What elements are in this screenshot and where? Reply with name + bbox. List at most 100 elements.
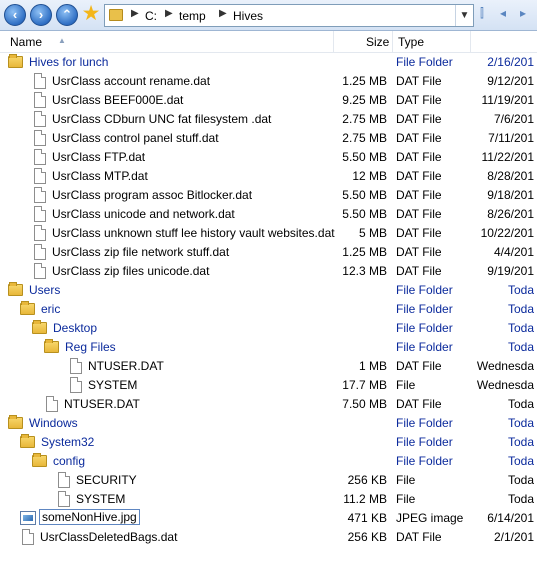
item-date: Toda bbox=[507, 397, 534, 411]
item-name[interactable]: UsrClass program assoc Bitlocker.dat bbox=[52, 188, 252, 202]
item-name[interactable]: UsrClass BEEF000E.dat bbox=[52, 93, 183, 107]
table-row[interactable]: SYSTEM 11.2 MB File Toda bbox=[0, 490, 537, 509]
item-name[interactable]: SYSTEM bbox=[76, 492, 125, 506]
item-date: Toda bbox=[507, 473, 534, 487]
item-name[interactable]: UsrClass zip files unicode.dat bbox=[52, 264, 209, 278]
table-row[interactable]: UsrClass CDburn UNC fat filesystem .dat 2… bbox=[0, 110, 537, 129]
item-date: 11/19/201 bbox=[481, 93, 535, 107]
table-row[interactable]: someNonHive.jpg 471 KB JPEG image 6/14/201 bbox=[0, 509, 537, 528]
item-name[interactable]: Windows bbox=[29, 416, 78, 430]
table-row[interactable]: Windows File Folder Toda bbox=[0, 414, 537, 433]
item-name[interactable]: System32 bbox=[41, 435, 94, 449]
star-icon[interactable]: ★ bbox=[80, 3, 102, 25]
folder-icon bbox=[32, 453, 47, 467]
table-row[interactable]: UsrClass program assoc Bitlocker.dat 5.50… bbox=[0, 186, 537, 205]
item-name[interactable]: UsrClass FTP.dat bbox=[52, 150, 145, 164]
item-type: DAT File bbox=[396, 245, 442, 259]
item-type: JPEG image bbox=[396, 511, 464, 525]
column-divider[interactable] bbox=[470, 31, 471, 53]
table-row[interactable]: UsrClassDeletedBags.dat 256 KB DAT File 2/1… bbox=[0, 528, 537, 547]
item-name[interactable]: someNonHive.jpg bbox=[39, 509, 140, 525]
table-row[interactable]: SYSTEM 17.7 MB File Wednesda bbox=[0, 376, 537, 395]
item-date: Toda bbox=[507, 435, 534, 449]
navigation-bar: ‹ › ⌃ ★ ▶ C: ▶ temp ▶ Hives ▼ ⫿ ◂ ▸ bbox=[0, 0, 537, 31]
column-type-header[interactable]: Type bbox=[398, 35, 424, 49]
column-header: Name ▲ Size Type bbox=[0, 31, 537, 53]
table-row[interactable]: UsrClass unicode and network.dat 5.50 MB D… bbox=[0, 205, 537, 224]
item-type: DAT File bbox=[396, 188, 442, 202]
item-type: DAT File bbox=[396, 150, 442, 164]
table-row[interactable]: UsrClass MTP.dat 12 MB DAT File 8/28/201 bbox=[0, 167, 537, 186]
table-row[interactable]: NTUSER.DAT 1 MB DAT File Wednesda bbox=[0, 357, 537, 376]
item-date: 10/22/201 bbox=[480, 226, 534, 240]
table-row[interactable]: UsrClass zip files unicode.dat 12.3 MB DAT… bbox=[0, 262, 537, 281]
table-row[interactable]: config File Folder Toda bbox=[0, 452, 537, 471]
item-date: 8/26/201 bbox=[487, 207, 534, 221]
item-name[interactable]: Reg Files bbox=[65, 340, 116, 354]
table-row[interactable]: UsrClass FTP.dat 5.50 MB DAT File 11/22/201 bbox=[0, 148, 537, 167]
item-name[interactable]: UsrClass zip file network stuff.dat bbox=[52, 245, 229, 259]
address-bar[interactable]: ▶ C: ▶ temp ▶ Hives ▼ bbox=[104, 4, 474, 27]
item-name[interactable]: config bbox=[53, 454, 85, 468]
column-size-header[interactable]: Size bbox=[366, 35, 389, 49]
table-row[interactable]: Reg Files File Folder Toda bbox=[0, 338, 537, 357]
column-divider[interactable] bbox=[392, 31, 393, 53]
forward-arrow-icon[interactable]: › bbox=[30, 4, 52, 26]
item-name[interactable]: Desktop bbox=[53, 321, 97, 335]
folder-icon bbox=[44, 339, 59, 353]
up-arrow-icon[interactable]: ⌃ bbox=[56, 4, 78, 26]
table-row[interactable]: NTUSER.DAT 7.50 MB DAT File Toda bbox=[0, 395, 537, 414]
column-name-header[interactable]: Name bbox=[10, 35, 42, 49]
chevron-right-icon[interactable]: ▶ bbox=[131, 8, 139, 19]
item-name[interactable]: UsrClassDeletedBags.dat bbox=[40, 530, 177, 544]
item-name[interactable]: Hives for lunch bbox=[29, 55, 108, 69]
item-name[interactable]: UsrClass unknown stuff lee history vault… bbox=[52, 226, 335, 240]
table-row[interactable]: Hives for lunch File Folder 2/16/201 bbox=[0, 53, 537, 72]
breadcrumb-segment[interactable]: temp bbox=[179, 9, 206, 23]
item-name[interactable]: NTUSER.DAT bbox=[88, 359, 164, 373]
item-size: 1.25 MB bbox=[342, 74, 387, 88]
table-row[interactable]: Users File Folder Toda bbox=[0, 281, 537, 300]
item-name[interactable]: NTUSER.DAT bbox=[64, 397, 140, 411]
table-row[interactable]: UsrClass zip file network stuff.dat 1.25 … bbox=[0, 243, 537, 262]
item-date: 9/12/201 bbox=[487, 74, 534, 88]
chevron-right-icon[interactable]: ▶ bbox=[165, 8, 173, 19]
item-date: 2/16/201 bbox=[487, 55, 534, 69]
item-type: File bbox=[396, 473, 416, 487]
forward-arrow-icon[interactable]: ▸ bbox=[520, 6, 526, 20]
breadcrumb-segment[interactable]: Hives bbox=[233, 9, 263, 23]
back-arrow-icon[interactable]: ◂ bbox=[500, 6, 506, 20]
table-row[interactable]: Desktop File Folder Toda bbox=[0, 319, 537, 338]
item-name[interactable]: UsrClass unicode and network.dat bbox=[52, 207, 235, 221]
item-date: 9/18/201 bbox=[487, 188, 534, 202]
column-divider[interactable] bbox=[333, 31, 334, 53]
breadcrumb-segment[interactable]: C: bbox=[145, 9, 157, 23]
item-name[interactable]: UsrClass account rename.dat bbox=[52, 74, 210, 88]
table-row[interactable]: UsrClass control panel stuff.dat 2.75 MB D… bbox=[0, 129, 537, 148]
folder-icon bbox=[109, 9, 123, 21]
item-name[interactable]: SYSTEM bbox=[88, 378, 137, 392]
table-row[interactable]: UsrClass unknown stuff lee history vault… bbox=[0, 224, 537, 243]
panel-toggle-icon[interactable]: ⫿ bbox=[480, 6, 484, 21]
item-name[interactable]: eric bbox=[41, 302, 60, 316]
item-size: 2.75 MB bbox=[342, 112, 387, 126]
chevron-down-icon[interactable]: ▼ bbox=[455, 5, 473, 26]
item-name[interactable]: SECURITY bbox=[76, 473, 137, 487]
folder-icon bbox=[8, 54, 23, 68]
item-size: 17.7 MB bbox=[342, 378, 387, 392]
item-size: 2.75 MB bbox=[342, 131, 387, 145]
table-row[interactable]: UsrClass BEEF000E.dat 9.25 MB DAT File 11/1… bbox=[0, 91, 537, 110]
item-type: DAT File bbox=[396, 226, 442, 240]
back-arrow-icon[interactable]: ‹ bbox=[4, 4, 26, 26]
item-name[interactable]: UsrClass CDburn UNC fat filesystem .dat bbox=[52, 112, 271, 126]
item-type: File Folder bbox=[396, 416, 453, 430]
item-name[interactable]: Users bbox=[29, 283, 60, 297]
table-row[interactable]: SECURITY 256 KB File Toda bbox=[0, 471, 537, 490]
table-row[interactable]: System32 File Folder Toda bbox=[0, 433, 537, 452]
item-name[interactable]: UsrClass control panel stuff.dat bbox=[52, 131, 219, 145]
item-name[interactable]: UsrClass MTP.dat bbox=[52, 169, 148, 183]
table-row[interactable]: eric File Folder Toda bbox=[0, 300, 537, 319]
table-row[interactable]: UsrClass account rename.dat 1.25 MB DAT Fi… bbox=[0, 72, 537, 91]
chevron-right-icon[interactable]: ▶ bbox=[219, 8, 227, 19]
item-type: File bbox=[396, 492, 416, 506]
